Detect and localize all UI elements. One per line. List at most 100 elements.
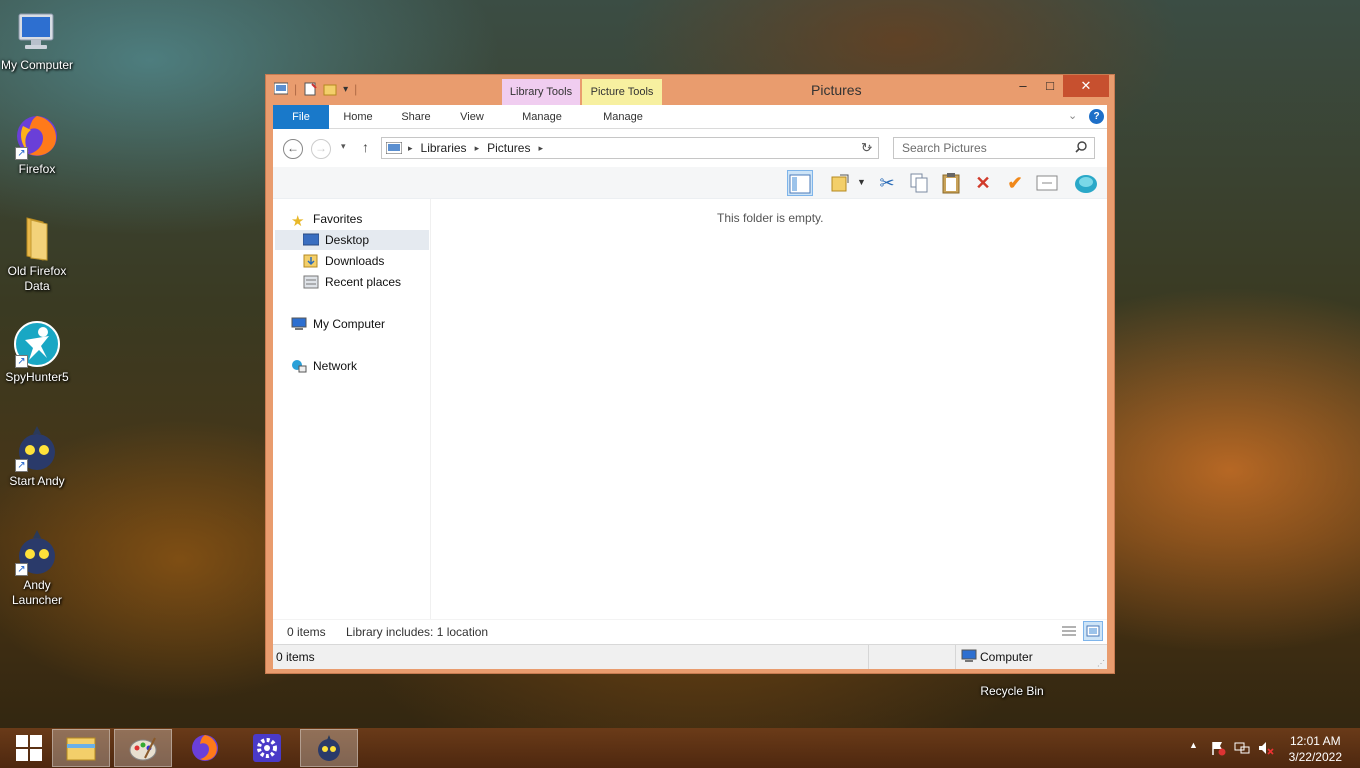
shortcut-arrow-icon: ↗ — [15, 147, 28, 160]
close-button[interactable]: ✕ — [1063, 75, 1109, 97]
details-view-icon[interactable] — [1061, 624, 1077, 641]
nav-label: My Computer — [313, 317, 386, 331]
nav-downloads[interactable]: Downloads — [303, 251, 384, 271]
item-count: 0 items — [287, 625, 326, 639]
desktop-icon-andy-launcher[interactable]: ↗ Andy Launcher — [0, 528, 74, 608]
new-folder-icon[interactable] — [323, 82, 337, 96]
desktop-icon-firefox[interactable]: ↗ Firefox — [0, 112, 74, 177]
network-icon — [292, 360, 307, 373]
nav-label: Favorites — [313, 212, 363, 226]
taskbar-andy[interactable] — [300, 729, 358, 767]
taskbar-firefox[interactable] — [176, 729, 234, 767]
preview-pane-icon[interactable] — [787, 170, 813, 196]
action-center-flag-icon[interactable] — [1210, 740, 1226, 759]
settings-gear-icon — [253, 734, 281, 762]
breadcrumb-libraries[interactable]: Libraries — [421, 141, 467, 155]
firefox-icon: ↗ — [13, 112, 61, 160]
desktop-icon-my-computer[interactable]: My Computer — [0, 8, 74, 73]
nav-label: Recent places — [325, 275, 402, 289]
nav-recent-places[interactable]: Recent places — [303, 272, 401, 292]
volume-muted-icon[interactable] — [1258, 740, 1274, 759]
desktop-icon-label: Andy Launcher — [11, 578, 63, 607]
tab-view[interactable]: View — [447, 105, 497, 129]
nav-label: Network — [313, 359, 358, 373]
tab-manage-library[interactable]: Manage — [503, 105, 581, 129]
resize-grip-icon[interactable]: ⋰ — [1097, 659, 1105, 668]
quick-access-toolbar: | ▾ | — [274, 82, 357, 96]
title-bar[interactable]: | ▾ | Library Tools Picture Tools Pictur… — [266, 75, 1114, 105]
search-placeholder: Search Pictures — [902, 141, 987, 155]
copy-icon[interactable] — [906, 170, 932, 196]
taskbar-file-explorer[interactable] — [52, 729, 110, 767]
navigation-pane: ★ Favorites Desktop Downloads Recent pla… — [273, 199, 431, 619]
breadcrumb-chevron-icon[interactable]: ▸ — [475, 143, 480, 154]
clock[interactable]: 12:01 AM 3/22/2022 — [1289, 733, 1342, 765]
properties-panel-icon[interactable] — [1034, 170, 1060, 196]
context-tab-library-tools: Library Tools — [502, 79, 580, 105]
desktop-icon-old-firefox-data[interactable]: Old Firefox Data — [0, 214, 74, 294]
desktop-icon-label: Recycle Bin — [980, 684, 1044, 698]
search-icon — [1075, 141, 1087, 156]
up-arrow-icon[interactable]: ↑ — [362, 139, 369, 155]
desktop-icon-spyhunter5[interactable]: ↗ SpyHunter5 — [0, 320, 74, 385]
clock-date: 3/22/2022 — [1288, 750, 1342, 764]
start-button[interactable] — [0, 729, 58, 767]
recycle-bin-icon — [988, 674, 1036, 682]
library-info: Library includes: 1 location — [346, 625, 489, 639]
network-tray-icon[interactable] — [1234, 740, 1250, 759]
nav-label: Downloads — [325, 254, 385, 268]
breadcrumb-chevron-icon[interactable]: ▸ — [538, 143, 543, 154]
dropdown-arrow-icon[interactable]: ▼ — [857, 177, 866, 187]
show-hidden-icons-icon[interactable]: ▲ — [1189, 740, 1198, 750]
folder-icon — [13, 214, 61, 262]
breadcrumb-chevron-icon[interactable]: ▸ — [408, 143, 413, 154]
globe-icon[interactable] — [1073, 170, 1099, 196]
customize-qat-icon[interactable]: ▾ — [343, 84, 348, 95]
shortcut-arrow-icon: ↗ — [15, 459, 28, 472]
paste-icon[interactable] — [938, 170, 964, 196]
expand-ribbon-icon[interactable]: ⌄ — [1068, 109, 1077, 122]
cut-icon[interactable]: ✂ — [874, 170, 900, 196]
nav-desktop[interactable]: Desktop — [275, 230, 429, 250]
nav-favorites[interactable]: ★ Favorites — [291, 209, 363, 230]
clock-time: 12:01 AM — [1289, 734, 1341, 748]
delete-icon[interactable]: ✕ — [970, 170, 996, 196]
taskbar: ▲ 12:01 AM 3/22/2022 — [0, 728, 1360, 768]
tab-file[interactable]: File — [273, 105, 329, 129]
desktop-icon — [303, 233, 319, 246]
forward-button[interactable]: → — [311, 139, 331, 159]
paint-icon — [129, 737, 157, 761]
nav-network[interactable]: Network — [291, 356, 357, 376]
taskbar-settings[interactable] — [238, 729, 296, 767]
nav-my-computer[interactable]: My Computer — [291, 314, 385, 334]
window-title: Pictures — [811, 82, 862, 98]
address-bar-row: ← → ▾ ↑ ▸ Libraries ▸ Pictures ▸ ⌄ ↻ Sea… — [273, 129, 1107, 167]
explorer-content: ← → ▾ ↑ ▸ Libraries ▸ Pictures ▸ ⌄ ↻ Sea… — [273, 129, 1107, 669]
breadcrumb-pictures[interactable]: Pictures — [487, 141, 530, 155]
rename-checkmark-icon[interactable]: ✔ — [1002, 170, 1028, 196]
taskbar-paint[interactable] — [114, 729, 172, 767]
ribbon-tabs: File Home Share View Manage Manage ⌄ ? — [273, 105, 1107, 129]
computer-icon — [961, 649, 977, 666]
tab-home[interactable]: Home — [333, 105, 383, 129]
desktop-icon-recycle-bin[interactable]: Recycle Bin — [975, 674, 1049, 699]
desktop-icon-start-andy[interactable]: ↗ Start Andy — [0, 424, 74, 489]
andy-icon: ↗ — [13, 424, 61, 472]
tab-manage-picture[interactable]: Manage — [583, 105, 663, 129]
status-item-count: 0 items — [276, 650, 315, 664]
address-field[interactable]: ▸ Libraries ▸ Pictures ▸ ⌄ — [381, 137, 879, 159]
help-icon[interactable]: ? — [1089, 109, 1104, 124]
folder-options-icon[interactable] — [827, 170, 853, 196]
large-icons-view-icon[interactable] — [1083, 621, 1103, 641]
context-tab-picture-tools: Picture Tools — [582, 79, 662, 105]
recent-locations-icon[interactable]: ▾ — [341, 141, 346, 152]
maximize-button[interactable]: □ — [1033, 75, 1067, 97]
window-icon — [274, 82, 288, 95]
properties-icon[interactable] — [303, 82, 317, 96]
recent-places-icon — [303, 275, 319, 289]
tab-share[interactable]: Share — [391, 105, 441, 129]
desktop-icon-label: My Computer — [0, 58, 74, 72]
back-button[interactable]: ← — [283, 139, 303, 159]
search-input[interactable]: Search Pictures — [893, 137, 1095, 159]
refresh-icon[interactable]: ↻ — [861, 140, 872, 156]
